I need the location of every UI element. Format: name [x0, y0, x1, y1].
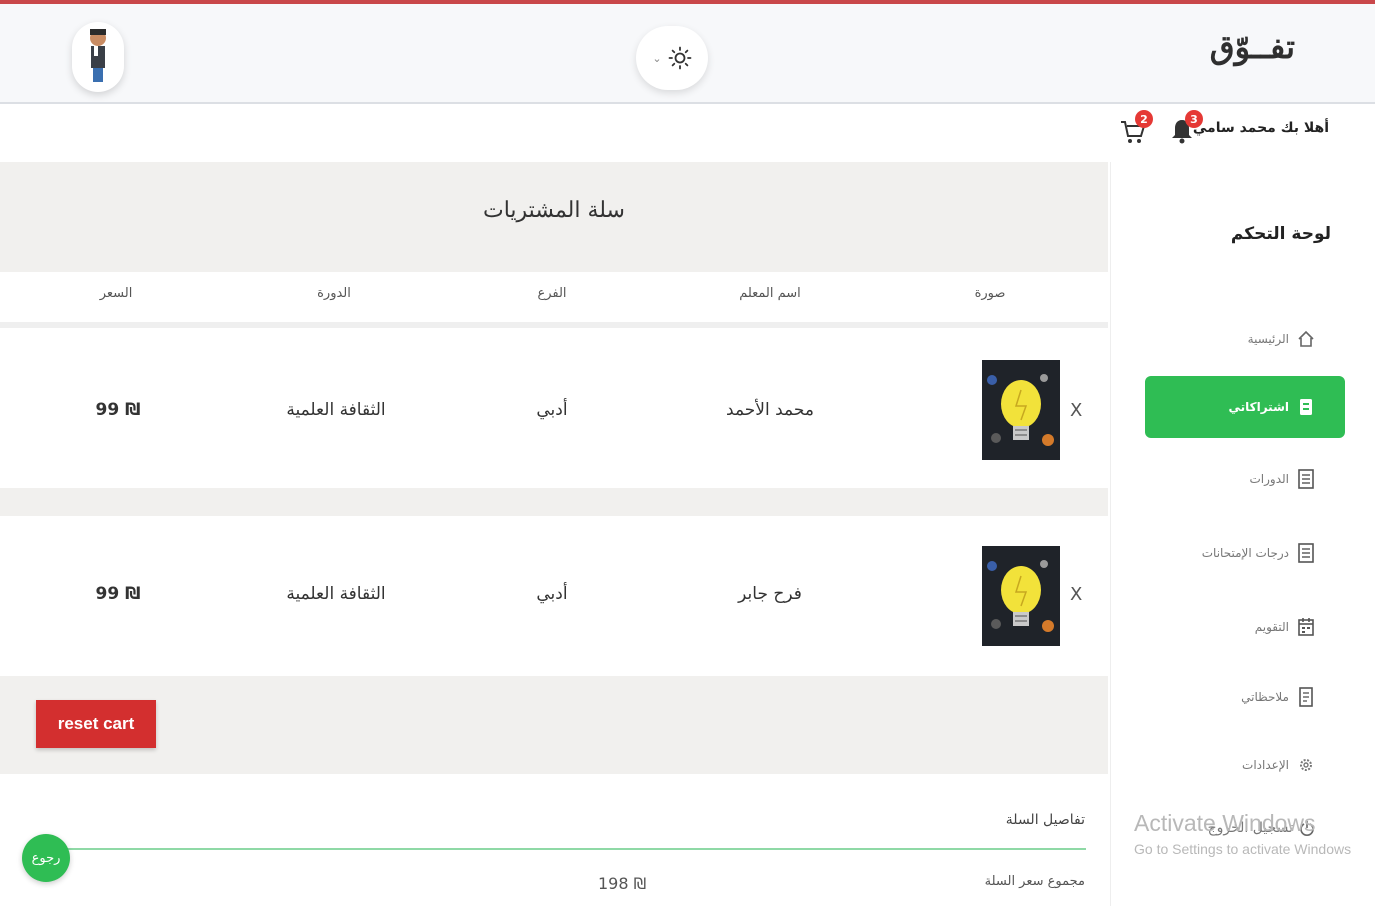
branch-name: أدبي	[536, 584, 568, 604]
column-header-course: الدورة	[317, 286, 351, 301]
user-bar: أهلا بك محمد سامي 3 2	[0, 104, 1375, 160]
list-icon	[1297, 469, 1315, 489]
row-divider	[0, 488, 1108, 516]
list-icon	[1297, 543, 1315, 563]
sidebar-item-label: ملاحظاتي	[1241, 690, 1289, 704]
sidebar: لوحة التحكم الرئيسية اشتراكاتي الدورات د…	[1110, 162, 1361, 906]
teacher-name: فرح جابر	[738, 584, 802, 604]
sidebar-title: لوحة التحكم	[1230, 224, 1331, 244]
cart-title-band: سلة المشتريات	[0, 162, 1108, 272]
avatar[interactable]	[72, 22, 124, 92]
top-header: ⌄ تفــوّق	[0, 4, 1375, 104]
sidebar-item-label: التقويم	[1254, 620, 1289, 634]
item-price: 99 ₪	[95, 400, 141, 420]
sidebar-item-label: اشتراكاتي	[1228, 400, 1289, 414]
branch-name: أدبي	[536, 400, 568, 420]
notifications-button[interactable]: 3	[1169, 110, 1203, 148]
course-thumbnail	[982, 360, 1060, 460]
total-value: 198 ₪	[598, 874, 647, 893]
cart-button[interactable]: 2	[1119, 110, 1153, 148]
cart-details-title: تفاصيل السلة	[1005, 812, 1085, 828]
cart-actions-band: reset cart	[0, 676, 1108, 774]
watermark-subtitle: Go to Settings to activate Windows	[1134, 841, 1352, 857]
total-label: مجموع سعر السلة	[984, 874, 1085, 889]
sidebar-item-label: الدورات	[1249, 472, 1289, 486]
sidebar-item-label: الرئيسية	[1247, 332, 1289, 346]
back-button[interactable]: رجوع	[22, 834, 70, 882]
windows-activation-watermark: Activate Windows Go to Settings to activ…	[1134, 810, 1351, 857]
cart-table-header: صورة اسم المعلم الفرع الدورة السعر	[0, 272, 1108, 328]
sidebar-item-courses[interactable]: الدورات	[1145, 448, 1345, 510]
sidebar-item-exam-grades[interactable]: درجات الإمتحانات	[1145, 522, 1345, 584]
chevron-down-icon: ⌄	[652, 51, 662, 65]
sidebar-item-home[interactable]: الرئيسية	[1145, 308, 1345, 370]
sidebar-item-notes[interactable]: ملاحظاتي	[1145, 666, 1345, 728]
column-header-teacher: اسم المعلم	[739, 286, 801, 301]
badge-icon	[1297, 398, 1315, 416]
lightbulb-icon	[982, 360, 1060, 460]
calendar-icon	[1297, 618, 1315, 636]
item-price: 99 ₪	[95, 584, 141, 604]
cart-badge: 2	[1135, 110, 1153, 128]
course-thumbnail	[982, 546, 1060, 646]
course-name: الثقافة العلمية	[286, 400, 386, 420]
watermark-title: Activate Windows	[1134, 810, 1316, 836]
column-header-image: صورة	[974, 286, 1006, 301]
sidebar-item-label: الإعدادات	[1242, 758, 1289, 772]
note-icon	[1297, 687, 1315, 707]
home-icon	[1297, 330, 1315, 348]
sidebar-item-label: درجات الإمتحانات	[1201, 546, 1289, 560]
avatar-figure-icon	[90, 29, 106, 82]
lightbulb-icon	[982, 546, 1060, 646]
teacher-name: محمد الأحمد	[726, 400, 814, 420]
divider	[40, 848, 1086, 850]
table-row: X محمد الأحمد أدبي الثقافة العلمية 99 ₪	[0, 330, 1108, 488]
remove-item-button[interactable]: X	[1070, 584, 1082, 605]
course-name: الثقافة العلمية	[286, 584, 386, 604]
site-logo[interactable]: تفــوّق	[1210, 28, 1295, 66]
reset-cart-button[interactable]: reset cart	[36, 700, 156, 748]
welcome-text: أهلا بك محمد سامي	[1192, 120, 1329, 136]
table-row: X فرح جابر أدبي الثقافة العلمية 99 ₪	[0, 516, 1108, 674]
gear-icon	[1297, 756, 1315, 774]
remove-item-button[interactable]: X	[1070, 400, 1082, 421]
column-header-branch: الفرع	[537, 286, 567, 301]
sidebar-item-settings[interactable]: الإعدادات	[1145, 734, 1345, 796]
notification-badge: 3	[1185, 110, 1203, 128]
sidebar-item-subscriptions[interactable]: اشتراكاتي	[1145, 376, 1345, 438]
page-title: سلة المشتريات	[483, 198, 625, 223]
sun-icon	[668, 46, 692, 70]
sidebar-item-calendar[interactable]: التقويم	[1145, 596, 1345, 658]
theme-toggle[interactable]: ⌄	[636, 26, 708, 90]
column-header-price: السعر	[99, 286, 133, 301]
